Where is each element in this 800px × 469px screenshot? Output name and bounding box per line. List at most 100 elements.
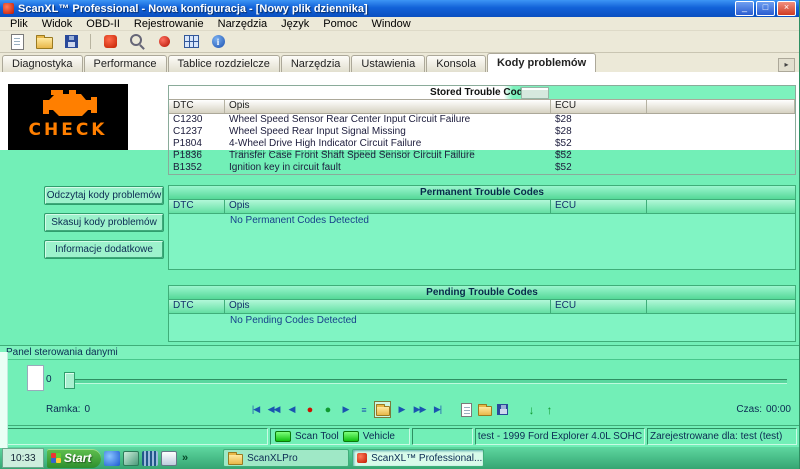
- taskbar-button-scanxlpro[interactable]: ScanXLPro: [223, 449, 349, 467]
- pending-codes-title: Pending Trouble Codes: [169, 286, 795, 300]
- pending-empty-message: No Pending Codes Detected: [169, 314, 795, 326]
- open-file-button[interactable]: [33, 32, 55, 52]
- quick-launch-show-desktop-icon[interactable]: [123, 451, 139, 466]
- column-ecu: ECU: [551, 200, 647, 213]
- mark-button[interactable]: ●: [320, 402, 335, 417]
- maximize-icon[interactable]: □: [756, 1, 775, 16]
- menu-plik[interactable]: Plik: [3, 17, 35, 31]
- folder-icon: [228, 454, 243, 465]
- quick-launch-overflow-chevron[interactable]: »: [180, 452, 190, 464]
- frame-list-button[interactable]: ≡: [356, 402, 371, 417]
- opis-cell: Transfer Case Front Shaft Speed Sensor C…: [225, 150, 551, 162]
- start-button[interactable]: Start: [47, 449, 101, 468]
- tab-performance[interactable]: Performance: [84, 55, 167, 72]
- page-icon: [461, 403, 472, 417]
- quick-launch-browser-icon[interactable]: [104, 451, 120, 466]
- menu-bar: Plik Widok OBD-II Rejestrowanie Narzędzi…: [0, 17, 799, 31]
- upload-button[interactable]: ↑: [542, 402, 557, 417]
- title-bar[interactable]: ScanXL™ Professional - Nowa konfiguracja…: [0, 0, 799, 17]
- dtc-cell: P1836: [169, 150, 225, 162]
- new-log-button[interactable]: [459, 402, 474, 417]
- menu-window[interactable]: Window: [365, 17, 418, 31]
- step-forward-button[interactable]: ▶: [394, 402, 409, 417]
- folder-icon: [376, 406, 390, 416]
- taskbar-button-label: ScanXLPro: [247, 453, 298, 464]
- registration-segment: Zarejestrowane dla: test (test): [647, 428, 797, 445]
- menu-rejestrowanie[interactable]: Rejestrowanie: [127, 17, 211, 31]
- info-button[interactable]: [207, 32, 229, 52]
- jump-end-button[interactable]: ▶|: [430, 402, 445, 417]
- record-button[interactable]: [153, 32, 175, 52]
- tab-kody-problemow[interactable]: Kody problemów: [487, 53, 596, 72]
- connect-button[interactable]: [99, 32, 121, 52]
- clear-codes-button[interactable]: Skasuj kody problemów: [44, 213, 164, 232]
- column-blank: [647, 100, 795, 113]
- column-blank: [647, 300, 795, 313]
- open-log-file-button[interactable]: [477, 402, 492, 417]
- trouble-code-row[interactable]: C1230 Wheel Speed Sensor Rear Center Inp…: [169, 114, 795, 126]
- save-file-button[interactable]: [60, 32, 82, 52]
- taskbar-button-label: ScanXL™ Professional...: [371, 453, 482, 464]
- step-back-button[interactable]: ◀: [284, 402, 299, 417]
- trouble-codes-page: CHECK Odczytaj kody problemów Skasuj kod…: [0, 72, 799, 345]
- stored-codes-title: Stored Trouble Codes: [169, 86, 795, 99]
- menu-pomoc[interactable]: Pomoc: [316, 17, 364, 31]
- tab-scroll-right-icon[interactable]: ▸: [778, 58, 795, 72]
- pending-codes-table: Pending Trouble Codes DTC Opis ECU No Pe…: [168, 285, 796, 342]
- read-codes-button[interactable]: Odczytaj kody problemów: [44, 186, 164, 205]
- trouble-code-row[interactable]: B1352 Ignition key in circuit fault $52: [169, 162, 795, 174]
- screen-artifact: [0, 352, 8, 448]
- jump-start-button[interactable]: |◀: [248, 402, 263, 417]
- data-panel-title: Panel sterowania danymi: [0, 346, 799, 360]
- new-file-button[interactable]: [6, 32, 28, 52]
- ecu-cell: $52: [551, 162, 647, 174]
- windows-flag-icon: [51, 453, 61, 463]
- open-log-folder-button[interactable]: [374, 401, 391, 418]
- download-button[interactable]: ↓: [524, 402, 539, 417]
- dtc-cell: C1230: [169, 114, 225, 126]
- menu-narzedzia[interactable]: Narzędzia: [211, 17, 275, 31]
- quick-launch-document-icon[interactable]: [161, 451, 177, 466]
- render-artifact: [521, 87, 549, 99]
- tab-tablice-rozdzielcze[interactable]: Tablice rozdzielcze: [168, 55, 280, 72]
- dashboard-button[interactable]: [180, 32, 202, 52]
- minimize-icon[interactable]: _: [735, 1, 754, 16]
- tab-diagnostyka[interactable]: Diagnostyka: [2, 55, 83, 72]
- folder-icon: [478, 406, 492, 416]
- taskbar-button-scanxl-professional[interactable]: ScanXL™ Professional...: [352, 449, 484, 467]
- tab-ustawienia[interactable]: Ustawienia: [351, 55, 425, 72]
- quick-launch-grid-icon[interactable]: [142, 451, 158, 466]
- search-icon: [130, 34, 142, 46]
- app-icon: [3, 3, 14, 14]
- trouble-code-row[interactable]: C1237 Wheel Speed Rear Input Signal Miss…: [169, 126, 795, 138]
- rewind-button[interactable]: ◀◀: [266, 402, 281, 417]
- play-button[interactable]: ▶: [338, 402, 353, 417]
- data-control-panel: Panel sterowania danymi 0 Ramka: 0 |◀ ◀◀…: [0, 345, 799, 426]
- search-button[interactable]: [126, 32, 148, 52]
- trouble-code-row[interactable]: P1804 4-Wheel Drive High Indicator Circu…: [169, 138, 795, 150]
- trouble-code-row[interactable]: P1836 Transfer Case Front Shaft Speed Se…: [169, 150, 795, 162]
- stored-codes-table: Stored Trouble Codes DTC Opis ECU C1230 …: [168, 85, 796, 175]
- frame-slider-track[interactable]: [68, 379, 787, 384]
- status-empty-segment: [2, 428, 268, 445]
- frame-slider-thumb[interactable]: [64, 372, 75, 389]
- menu-obd2[interactable]: OBD-II: [79, 17, 127, 31]
- additional-info-button[interactable]: Informacje dodatkowe: [44, 240, 164, 259]
- dtc-cell: C1237: [169, 126, 225, 138]
- tab-narzedzia[interactable]: Narzędzia: [281, 55, 351, 72]
- column-dtc: DTC: [169, 300, 225, 313]
- menu-jezyk[interactable]: Język: [274, 17, 316, 31]
- fast-forward-button[interactable]: ▶▶: [412, 402, 427, 417]
- menu-widok[interactable]: Widok: [35, 17, 80, 31]
- save-log-button[interactable]: [495, 402, 510, 417]
- info-icon: [212, 35, 225, 48]
- close-icon[interactable]: ×: [777, 1, 796, 16]
- save-disk-icon: [65, 35, 78, 48]
- screen-artifact: [27, 365, 44, 391]
- toolbar-separator: [90, 34, 91, 49]
- column-ecu: ECU: [551, 100, 647, 113]
- ecu-cell: $28: [551, 114, 647, 126]
- tab-konsola[interactable]: Konsola: [426, 55, 486, 72]
- record-button[interactable]: ●: [302, 402, 317, 417]
- column-blank: [647, 200, 795, 213]
